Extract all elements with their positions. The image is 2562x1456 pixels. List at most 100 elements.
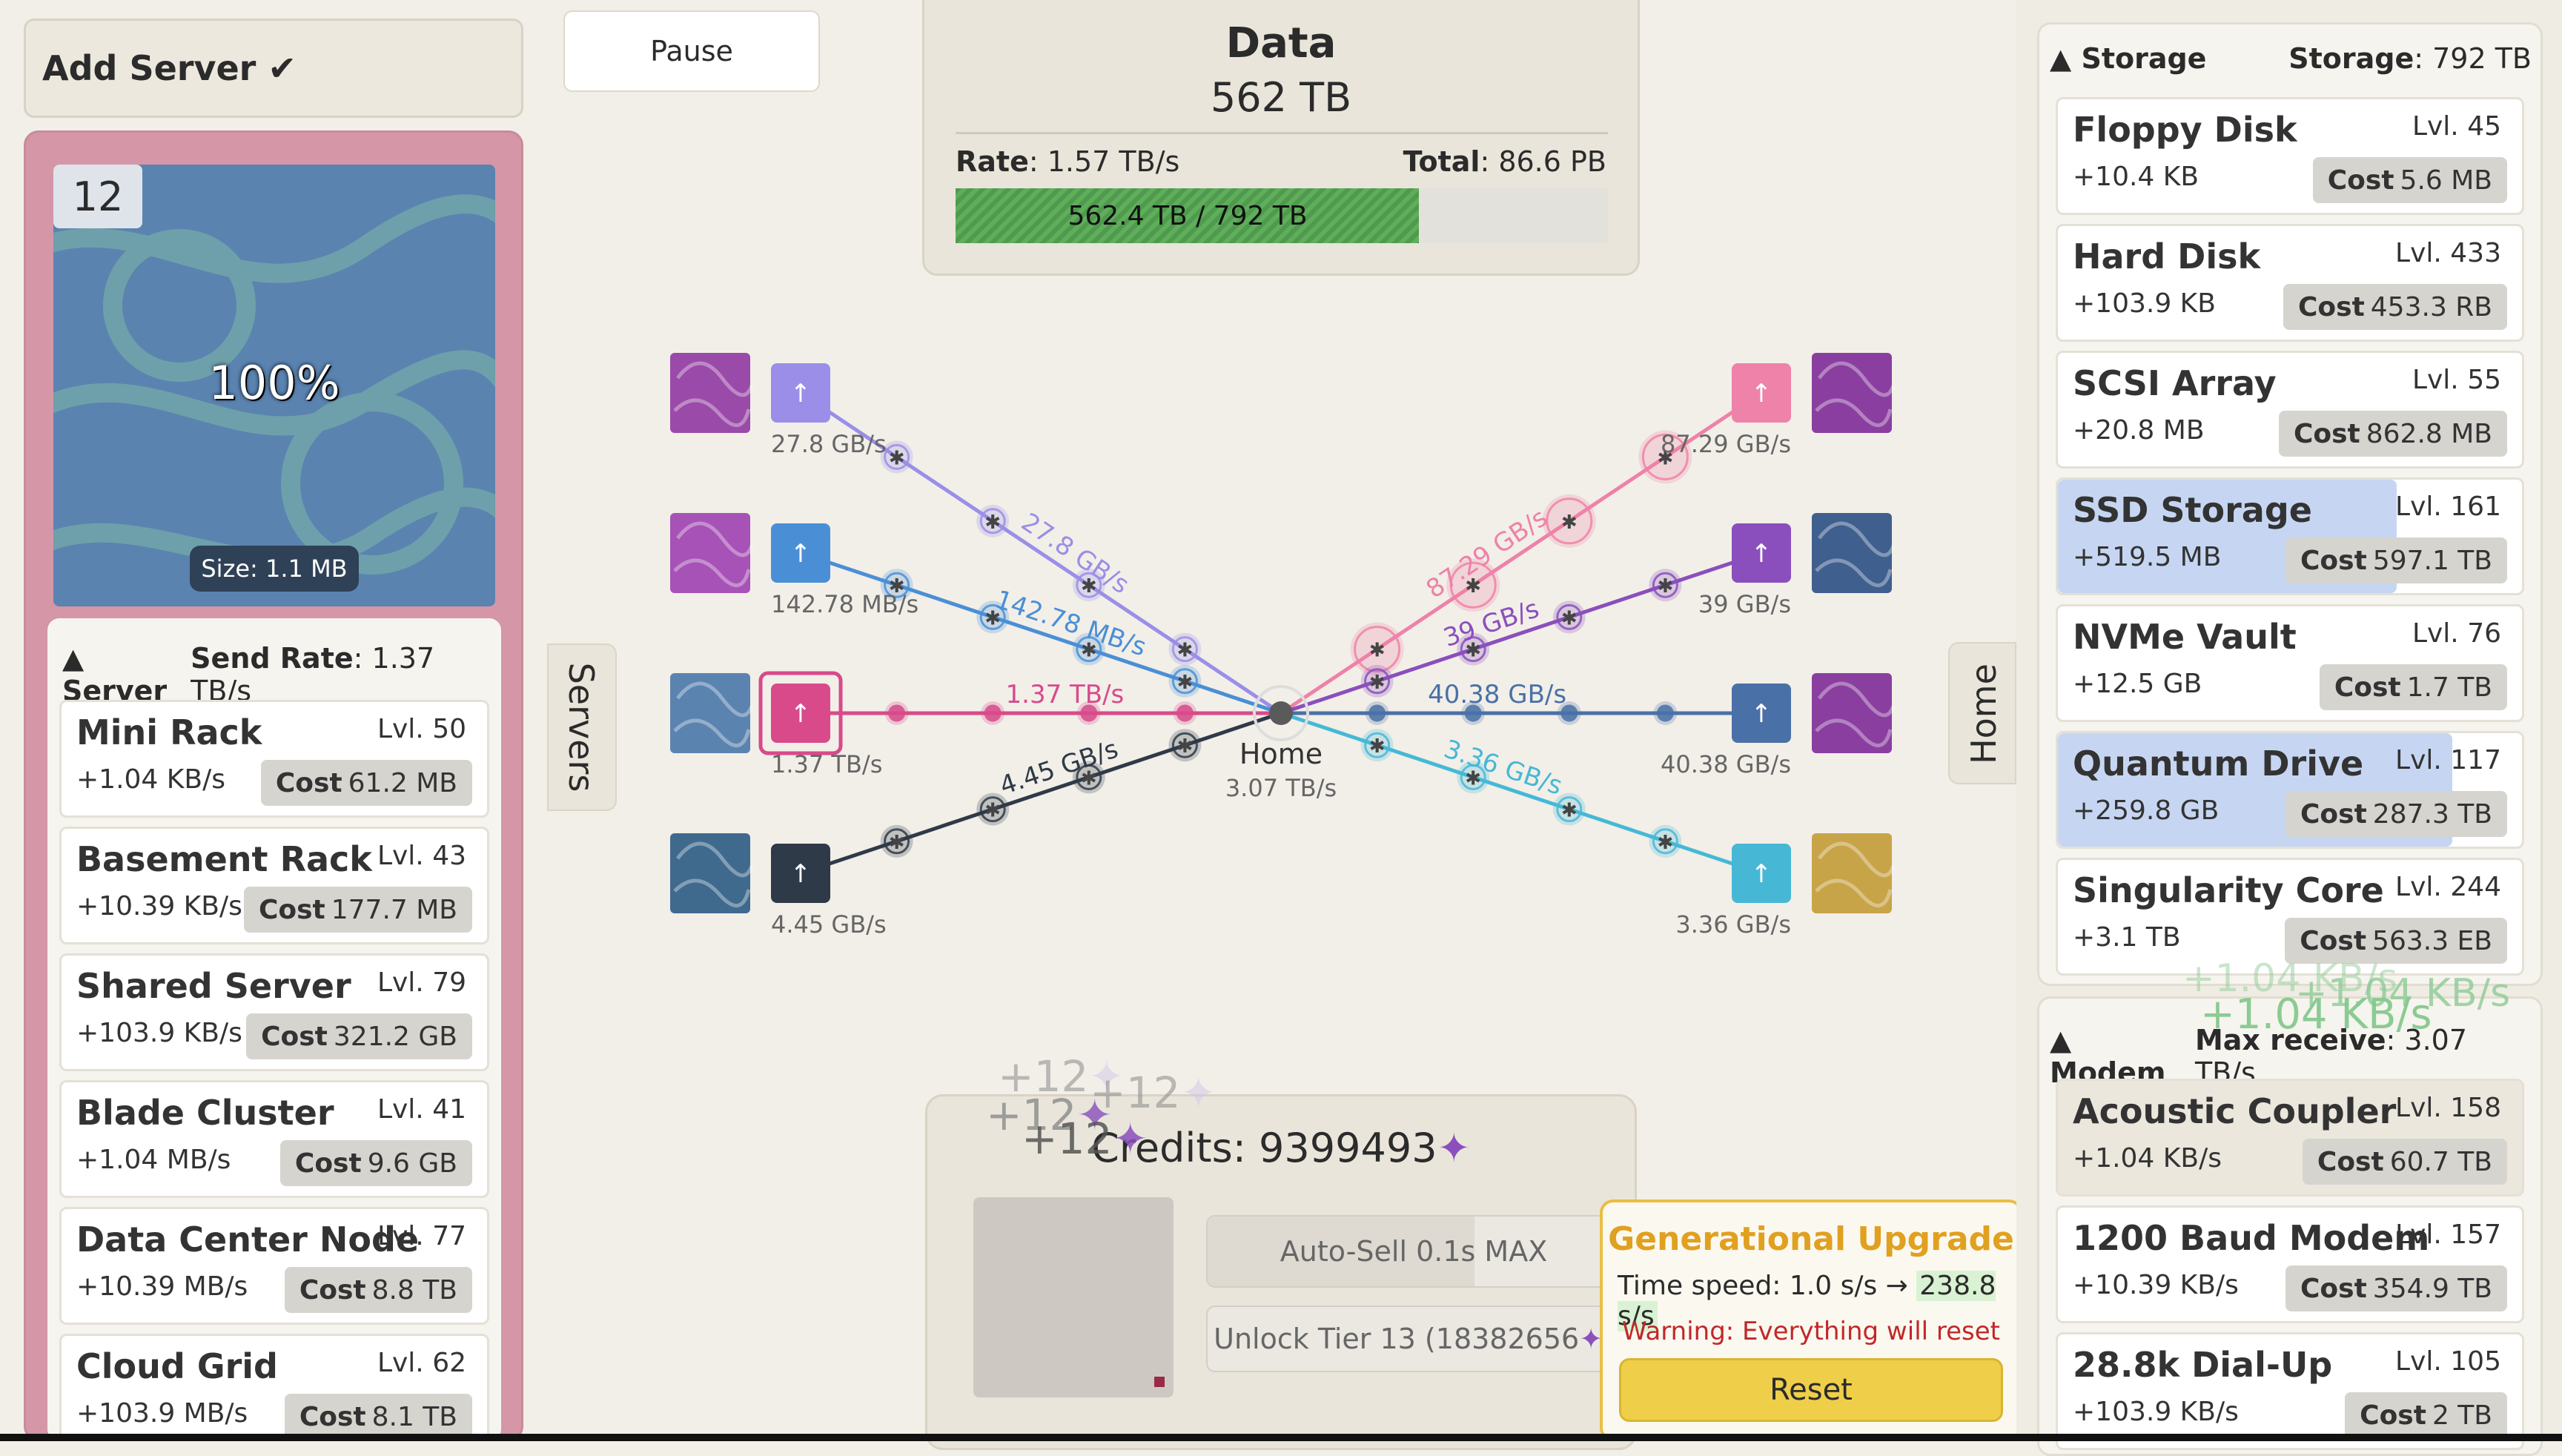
reset-warning: Warning: Everything will reset	[1622, 1317, 2000, 1346]
upgrade-name: SSD Storage	[2073, 490, 2312, 530]
upgrade-cost[interactable]: Cost 2 TB	[2345, 1392, 2507, 1438]
up-arrow-icon: ↑	[790, 699, 812, 729]
upgrade-card[interactable]: Floppy Disk Lvl. 45 +10.4 KB Cost 5.6 MB	[2056, 97, 2524, 215]
upgrade-name: Hard Disk	[2073, 236, 2261, 277]
connection-line	[800, 711, 1282, 876]
packet-star-icon: ✱	[1561, 512, 1578, 534]
auto-sell-button[interactable]: Auto-Sell 0.1s MAX	[1206, 1215, 1621, 1288]
packet-star-icon: ✱	[1177, 735, 1194, 758]
connection-rate-label: 40.38 GB/s	[1428, 680, 1566, 709]
reset-button[interactable]: Reset	[1619, 1358, 2003, 1422]
storage-stat: Storage: 792 TB	[2288, 42, 2532, 75]
upgrade-card[interactable]: Acoustic Coupler Lvl. 158 +1.04 KB/s Cos…	[2056, 1079, 2524, 1197]
home-rate: 3.07 TB/s	[1225, 774, 1337, 802]
up-arrow-icon: ↑	[1751, 539, 1772, 569]
packet-star-icon: ✱	[1369, 640, 1386, 662]
tier-preview-dot	[1154, 1377, 1165, 1387]
packet-star-icon: ✱	[1177, 640, 1194, 662]
packet-star-icon: ✱	[984, 800, 1001, 822]
upgrade-gain: +103.9 KB	[2073, 288, 2216, 319]
connection-line	[1280, 711, 1762, 876]
upgrade-level: Lvl. 105	[2395, 1346, 2501, 1377]
credit-icon: ✦	[1437, 1125, 1471, 1171]
packet-star-icon: ✱	[1369, 672, 1386, 694]
upgrade-name: Acoustic Coupler	[2073, 1091, 2397, 1131]
node-rate: 4.45 GB/s	[771, 910, 887, 939]
data-packet	[984, 704, 1002, 722]
node-rate: 3.36 GB/s	[1675, 910, 1791, 939]
upgrade-name: Singularity Core	[2073, 870, 2384, 910]
upgrade-card[interactable]: 1200 Baud Modem Lvl. 157 +10.39 KB/s Cos…	[2056, 1205, 2524, 1323]
upgrade-cost[interactable]: Cost 354.9 TB	[2285, 1265, 2507, 1311]
upgrade-level: Lvl. 157	[2395, 1220, 2501, 1250]
upgrade-gain: +10.4 KB	[2073, 162, 2199, 192]
upgrade-cost[interactable]: Cost 60.7 TB	[2302, 1139, 2507, 1185]
tier-preview	[973, 1197, 1174, 1397]
packet-star-icon: ✱	[984, 512, 1001, 534]
modem-panel: ▲ Modem Max receive: 3.07 TB/s Acoustic …	[2037, 996, 2543, 1456]
upgrade-card[interactable]: 28.8k Dial-Up Lvl. 105 +103.9 KB/s Cost 2…	[2056, 1332, 2524, 1450]
up-arrow-icon: ↑	[790, 859, 812, 889]
upgrade-name: 1200 Baud Modem	[2073, 1218, 2430, 1258]
home-label: Home	[1239, 738, 1323, 770]
data-packet	[888, 704, 906, 722]
upgrade-level: Lvl. 158	[2395, 1093, 2501, 1123]
data-packet	[1368, 704, 1386, 722]
upgrade-name: Floppy Disk	[2073, 110, 2297, 150]
upgrade-name: Quantum Drive	[2073, 744, 2364, 784]
unlock-tier-label: Unlock Tier 13 (18382656	[1214, 1323, 1580, 1355]
up-arrow-icon: ↑	[1751, 859, 1772, 889]
node-rate: 40.38 GB/s	[1661, 750, 1791, 778]
upgrade-cost[interactable]: Cost 5.6 MB	[2312, 157, 2507, 203]
connection-rate-label: 4.45 GB/s	[996, 734, 1122, 801]
node-rate: 1.37 TB/s	[771, 750, 882, 778]
upgrade-card[interactable]: Quantum Drive Lvl. 117 +259.8 GB Cost 287…	[2056, 731, 2524, 849]
upgrade-card[interactable]: SCSI Array Lvl. 55 +20.8 MB Cost 862.8 MB	[2056, 351, 2524, 469]
unlock-tier-button[interactable]: Unlock Tier 13 (18382656✦)	[1206, 1306, 1621, 1372]
upgrade-card[interactable]: SSD Storage Lvl. 161 +519.5 MB Cost 597.1…	[2056, 477, 2524, 595]
packet-star-icon: ✱	[1658, 575, 1674, 598]
up-arrow-icon: ↑	[1751, 379, 1772, 408]
upgrade-level: Lvl. 76	[2412, 618, 2501, 649]
upgrade-gain: +519.5 MB	[2073, 542, 2222, 572]
data-packet	[1656, 704, 1674, 722]
up-arrow-icon: ↑	[790, 379, 812, 408]
connection-rate-label: 1.37 TB/s	[1006, 680, 1125, 709]
generational-title: Generational Upgrade	[1608, 1220, 2014, 1258]
upgrade-level: Lvl. 433	[2395, 238, 2501, 268]
bottom-edge	[0, 1434, 2562, 1441]
auto-sell-label: Auto-Sell 0.1s MAX	[1280, 1235, 1548, 1268]
upgrade-level: Lvl. 244	[2395, 872, 2501, 902]
reset-label: Reset	[1770, 1373, 1853, 1407]
packet-star-icon: ✱	[1658, 832, 1674, 854]
upgrade-cost[interactable]: Cost 287.3 TB	[2285, 791, 2507, 837]
float-data-gain: +1.04 KB/s	[2200, 990, 2432, 1039]
upgrade-gain: +103.9 KB/s	[2073, 1397, 2239, 1427]
connection-rate-label: 3.36 GB/s	[1440, 734, 1566, 801]
upgrade-gain: +1.04 KB/s	[2073, 1143, 2222, 1174]
home-hub	[1269, 701, 1293, 725]
upgrade-name: 28.8k Dial-Up	[2073, 1345, 2333, 1385]
upgrade-card[interactable]: NVMe Vault Lvl. 76 +12.5 GB Cost 1.7 TB	[2056, 604, 2524, 722]
data-packet	[1176, 704, 1194, 722]
packet-star-icon: ✱	[1369, 735, 1386, 758]
packet-star-icon: ✱	[889, 832, 905, 854]
upgrade-card[interactable]: Hard Disk Lvl. 433 +103.9 KB Cost 453.3 R…	[2056, 224, 2524, 342]
node-rate: 87.29 GB/s	[1661, 430, 1791, 458]
upgrade-gain: +12.5 GB	[2073, 669, 2202, 699]
upgrade-gain: +259.8 GB	[2073, 795, 2220, 826]
node-rate: 27.8 GB/s	[771, 430, 887, 458]
packet-star-icon: ✱	[1561, 800, 1578, 822]
upgrade-gain: +10.39 KB/s	[2073, 1270, 2239, 1300]
upgrade-level: Lvl. 45	[2412, 111, 2501, 142]
upgrade-cost[interactable]: Cost 453.3 RB	[2283, 284, 2507, 330]
storage-section-header[interactable]: ▲ Storage Storage: 792 TB	[2050, 42, 2532, 75]
upgrade-cost[interactable]: Cost 862.8 MB	[2278, 411, 2507, 457]
packet-star-icon: ✱	[1561, 607, 1578, 629]
storage-panel: ▲ Storage Storage: 792 TB Floppy Disk Lv…	[2037, 22, 2543, 986]
upgrade-gain: +20.8 MB	[2073, 415, 2205, 446]
node-rate: 142.78 MB/s	[771, 590, 918, 618]
upgrade-cost[interactable]: Cost 1.7 TB	[2319, 664, 2507, 710]
node-rate: 39 GB/s	[1698, 590, 1791, 618]
upgrade-cost[interactable]: Cost 597.1 TB	[2285, 537, 2507, 583]
